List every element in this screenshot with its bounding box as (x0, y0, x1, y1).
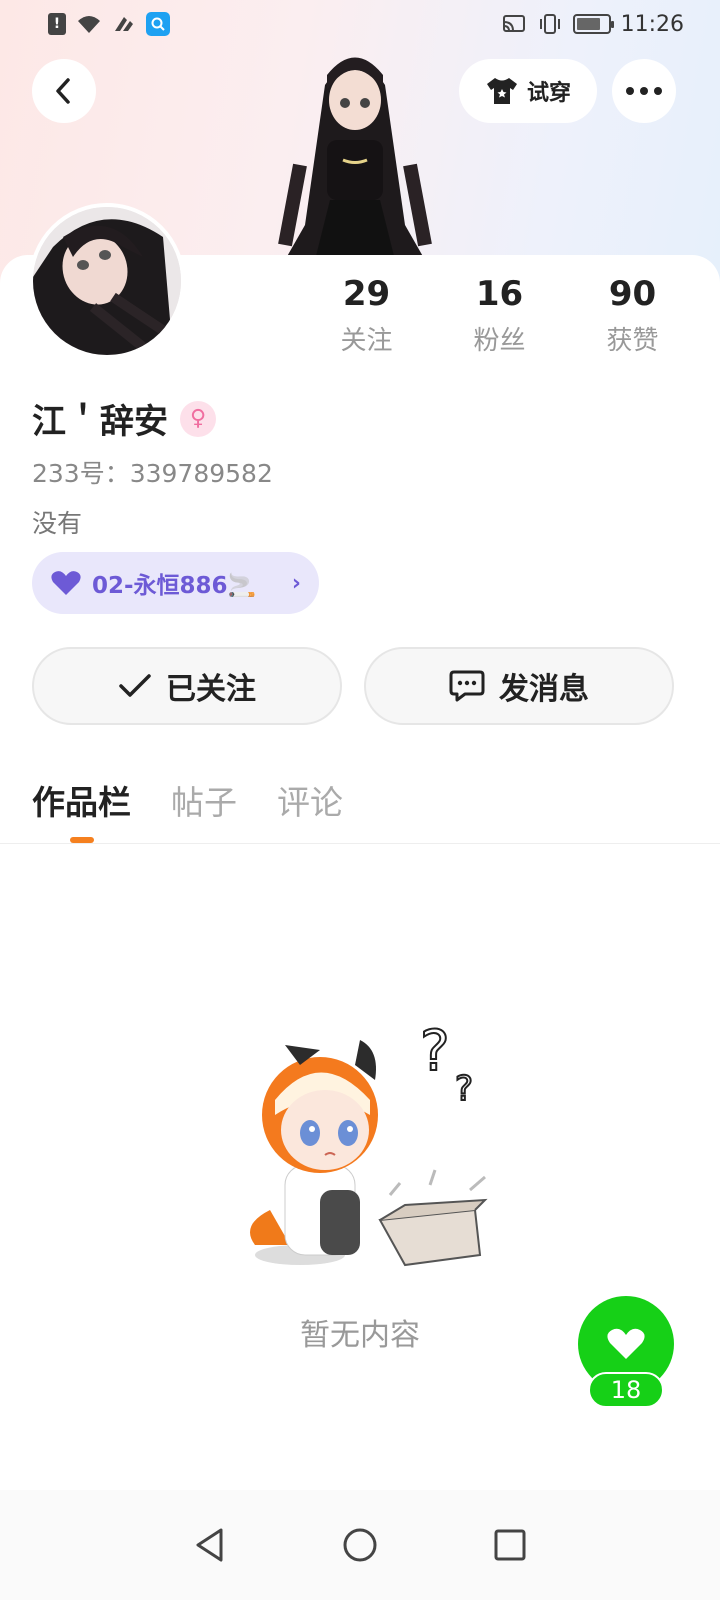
circle-home-icon (343, 1528, 377, 1562)
notification-icon: ! (48, 13, 66, 35)
nav-back-button[interactable] (185, 1520, 235, 1570)
chevron-right-icon: › (291, 570, 301, 596)
profile-stats: 29 关注 16 粉丝 90 获赞 (300, 272, 700, 357)
more-options-button[interactable] (612, 59, 676, 123)
stat-label: 获赞 (606, 326, 659, 356)
user-name: 江＇辞安 (32, 402, 168, 442)
more-dots-icon (626, 87, 662, 95)
nav-recents-button[interactable] (485, 1520, 535, 1570)
stat-value: 29 (342, 274, 391, 314)
vibrate-icon (537, 13, 563, 35)
back-button[interactable] (32, 59, 96, 123)
tshirt-icon (486, 78, 517, 104)
stat-label: 粉丝 (473, 326, 526, 356)
user-id: 233号：339789582 (32, 459, 273, 488)
battery-icon (572, 14, 614, 34)
tab-comments[interactable]: 评论 (277, 776, 343, 824)
stat-label: 关注 (340, 326, 393, 356)
follow-label: 已关注 (166, 672, 256, 707)
avatar-character-illustration (255, 45, 455, 260)
try-on-button[interactable]: 试穿 (459, 59, 597, 123)
try-on-label: 试穿 (526, 81, 571, 106)
signal-icon (112, 13, 136, 35)
content-tabs: 作品栏 帖子 评论 (32, 776, 343, 824)
cast-icon (501, 13, 527, 35)
empty-state-illustration: ? ? (230, 1005, 500, 1275)
stat-value: 16 (475, 274, 524, 314)
chat-bubble-icon (449, 670, 485, 702)
stat-followers[interactable]: 16 粉丝 (433, 272, 566, 357)
search-app-icon (146, 12, 170, 36)
chevron-left-icon (56, 78, 70, 104)
stat-following[interactable]: 29 关注 (300, 272, 433, 357)
name-row: 江＇辞安 ♀ (32, 394, 216, 443)
stat-likes[interactable]: 90 获赞 (566, 272, 699, 357)
wifi-icon (76, 13, 102, 35)
tab-works[interactable]: 作品栏 (32, 776, 131, 824)
tab-posts[interactable]: 帖子 (171, 776, 237, 824)
stat-value: 90 (608, 274, 657, 314)
heart-icon (51, 571, 81, 595)
user-bio: 没有 (32, 509, 83, 538)
status-bar: ! 11:26 (0, 0, 720, 48)
club-badge-label: 02-永恒886🚬 (92, 573, 257, 599)
female-gender-icon: ♀ (180, 400, 216, 437)
status-time: 11:26 (620, 11, 684, 37)
square-recents-icon (494, 1529, 526, 1561)
check-icon (119, 674, 151, 697)
avatar[interactable] (29, 203, 185, 359)
triangle-back-icon (196, 1528, 223, 1562)
club-badge[interactable]: 02-永恒886🚬 › (32, 552, 319, 614)
svg-text:?: ? (420, 1019, 450, 1084)
like-count-badge: 18 (588, 1372, 664, 1408)
system-navigation-bar (0, 1490, 720, 1600)
send-message-label: 发消息 (499, 672, 589, 707)
nav-home-button[interactable] (335, 1520, 385, 1570)
svg-text:?: ? (455, 1069, 473, 1109)
heart-icon (607, 1328, 645, 1359)
send-message-button[interactable]: 发消息 (364, 647, 674, 725)
follow-button[interactable]: 已关注 (32, 647, 342, 725)
tab-divider (0, 843, 720, 844)
